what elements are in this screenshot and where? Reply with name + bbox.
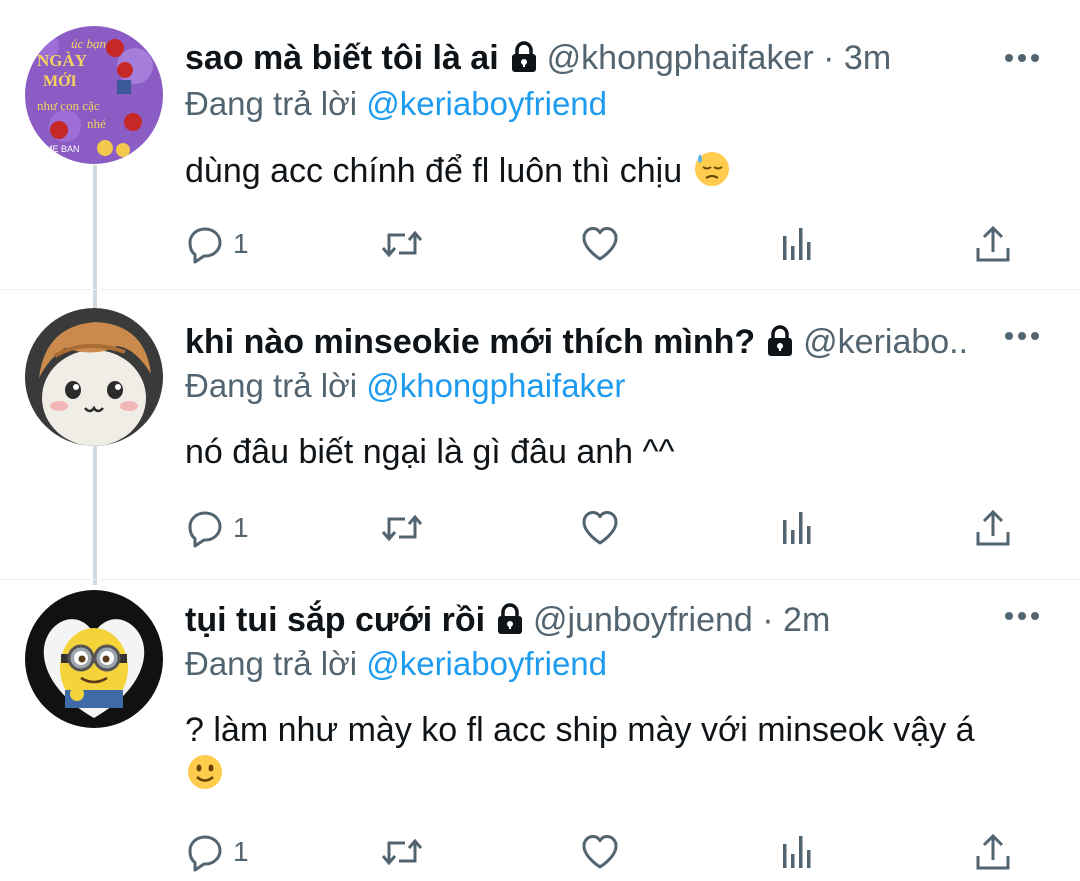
like-icon <box>582 227 618 261</box>
share-icon <box>976 509 1010 546</box>
tweet-3[interactable]: tụi tui sắp cưới rồi @junboyfriend · 2m Đ… <box>0 580 1080 881</box>
share-button[interactable] <box>973 222 1013 266</box>
like-icon <box>582 511 618 545</box>
timestamp[interactable]: 3m <box>844 39 891 77</box>
like-button[interactable] <box>580 830 620 874</box>
avatar-keriaboyfriend[interactable] <box>25 308 163 446</box>
replying-to: Đang trả lời @keriaboyfriend <box>185 82 607 126</box>
tweet-text: nó đâu biết ngại là gì đâu anh ^^ <box>185 430 1040 474</box>
tweet-actions: 1 <box>185 506 1025 550</box>
avatar-junboyfriend[interactable] <box>25 590 163 728</box>
slightly-smiling-emoji <box>185 752 225 792</box>
like-button[interactable] <box>580 222 620 266</box>
like-button[interactable] <box>580 506 620 550</box>
retweet-button[interactable] <box>380 222 424 266</box>
reply-count: 1 <box>233 836 249 867</box>
reply-count: 1 <box>233 512 249 543</box>
avatar-khongphaifaker[interactable]: úc bạn NGÀY MỚI như con cặc nhé ME BAN <box>25 26 163 164</box>
retweet-icon <box>381 230 423 258</box>
views-icon <box>783 836 811 868</box>
more-icon[interactable] <box>1002 48 1042 68</box>
reply-button[interactable]: 1 <box>185 506 249 550</box>
reply-icon <box>188 227 222 264</box>
display-name[interactable]: tụi tui sắp cưới rồi <box>185 601 485 639</box>
avatar-image <box>25 308 163 446</box>
views-icon <box>783 228 811 260</box>
retweet-icon <box>381 514 423 542</box>
retweet-button[interactable] <box>380 830 424 874</box>
replying-to-mention[interactable]: @keriaboyfriend <box>366 645 607 682</box>
views-button[interactable] <box>777 506 817 550</box>
share-button[interactable] <box>973 506 1013 550</box>
avatar-text-4: như con cặc <box>37 98 100 113</box>
reply-count: 1 <box>233 228 249 259</box>
avatar-image <box>25 590 163 728</box>
tweet-header: khi nào minseokie mới thích mình? @keriab… <box>185 320 970 364</box>
replying-to-label: Đang trả lời <box>185 367 367 404</box>
display-name[interactable]: khi nào minseokie mới thích mình? <box>185 323 755 361</box>
replying-to-label: Đang trả lời <box>185 85 367 122</box>
reply-icon <box>188 511 222 548</box>
retweet-icon <box>381 838 423 866</box>
handle[interactable]: @junboyfriend <box>533 601 753 639</box>
replying-to-label: Đang trả lời <box>185 645 367 682</box>
tweet-1[interactable]: úc bạn NGÀY MỚI như con cặc nhé ME BAN s… <box>0 0 1080 290</box>
lock-icon <box>495 603 525 635</box>
tweet-text-content: dùng acc chính để fl luôn thì chịu <box>185 152 683 190</box>
lock-icon <box>765 325 795 357</box>
replying-to-mention[interactable]: @keriaboyfriend <box>366 85 607 122</box>
more-icon[interactable] <box>1002 326 1042 346</box>
reply-button[interactable]: 1 <box>185 222 249 266</box>
avatar-text-6: ME BAN <box>45 144 80 154</box>
avatar-text-1: úc bạn <box>71 36 106 51</box>
lock-icon <box>509 41 539 73</box>
tweet-text-content: ? làm như mày ko fl acc ship mày với min… <box>185 711 975 749</box>
reply-icon <box>188 835 222 872</box>
separator-dot: · <box>762 601 774 639</box>
handle[interactable]: @khongphaifaker <box>547 39 814 77</box>
share-icon <box>976 833 1010 870</box>
share-button[interactable] <box>973 830 1013 874</box>
more-icon[interactable] <box>1002 606 1042 626</box>
avatar-text-3: MỚI <box>43 71 77 90</box>
tweet-actions: 1 <box>185 830 1025 874</box>
tweet-text-content: nó đâu biết ngại là gì đâu anh ^^ <box>185 433 675 471</box>
display-name[interactable]: sao mà biết tôi là ai <box>185 39 499 77</box>
share-icon <box>976 225 1010 262</box>
tweet-header: sao mà biết tôi là ai @khongphaifaker · 3… <box>185 36 970 80</box>
views-icon <box>783 512 811 544</box>
avatar-image: úc bạn NGÀY MỚI như con cặc nhé ME BAN <box>25 26 163 164</box>
avatar-text-2: NGÀY <box>37 51 87 70</box>
replying-to: Đang trả lời @keriaboyfriend <box>185 642 607 686</box>
tweet-text: ? làm như mày ko fl acc ship mày với min… <box>185 708 1040 797</box>
downcast-sweat-emoji <box>692 148 732 188</box>
like-icon <box>582 835 618 869</box>
reply-button[interactable]: 1 <box>185 830 249 874</box>
avatar-text-5: nhé <box>87 116 106 131</box>
timestamp[interactable]: 2m <box>783 601 830 639</box>
separator-dot: · <box>823 39 835 77</box>
views-button[interactable] <box>777 222 817 266</box>
views-button[interactable] <box>777 830 817 874</box>
handle[interactable]: @keriabo... <box>803 323 970 361</box>
tweet-2[interactable]: khi nào minseokie mới thích mình? @keriab… <box>0 290 1080 580</box>
replying-to-mention[interactable]: @khongphaifaker <box>366 367 625 404</box>
retweet-button[interactable] <box>380 506 424 550</box>
replying-to: Đang trả lời @khongphaifaker <box>185 364 625 408</box>
tweet-header: tụi tui sắp cưới rồi @junboyfriend · 2m <box>185 598 970 642</box>
tweet-actions: 1 <box>185 222 1025 266</box>
tweet-text: dùng acc chính để fl luôn thì chịu <box>185 148 1040 193</box>
